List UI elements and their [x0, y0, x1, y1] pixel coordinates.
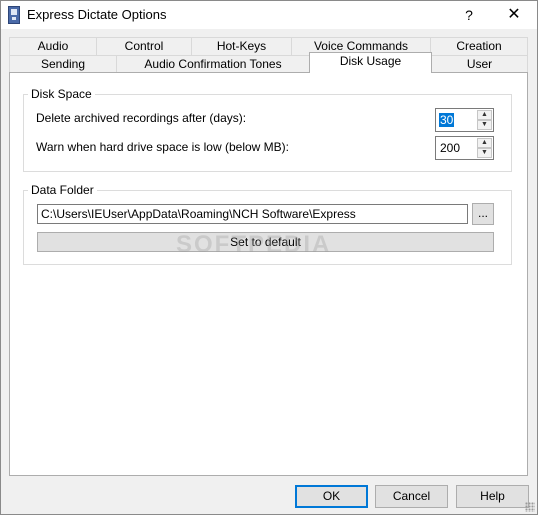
disk-space-group: [23, 94, 512, 172]
window-title: Express Dictate Options: [27, 7, 167, 22]
spin-down-icon[interactable]: ▼: [477, 148, 492, 158]
archive-days-spin-arrows: ▲ ▼: [477, 110, 492, 130]
spin-up-icon[interactable]: ▲: [477, 110, 492, 120]
archive-days-value[interactable]: 30: [439, 113, 455, 127]
app-icon: [8, 6, 20, 24]
data-folder-path-input[interactable]: C:\Users\IEUser\AppData\Roaming\NCH Soft…: [37, 204, 468, 224]
options-dialog: Express Dictate Options ? ✕ Audio Contro…: [0, 0, 538, 515]
close-button[interactable]: ✕: [491, 1, 537, 29]
data-folder-group-label: Data Folder: [28, 183, 97, 197]
warn-space-value[interactable]: 200: [440, 141, 460, 155]
tab-sending[interactable]: Sending: [9, 55, 117, 72]
ok-button[interactable]: OK: [295, 485, 368, 508]
archive-days-label: Delete archived recordings after (days):: [36, 111, 247, 125]
spin-up-icon[interactable]: ▲: [477, 138, 492, 148]
archive-days-spinner[interactable]: 30 ▲ ▼: [435, 108, 494, 132]
browse-button[interactable]: ...: [472, 203, 494, 225]
warn-space-label: Warn when hard drive space is low (below…: [36, 140, 289, 154]
warn-space-spinner[interactable]: 200 ▲ ▼: [435, 136, 494, 160]
tab-audio[interactable]: Audio: [9, 37, 97, 55]
disk-space-group-label: Disk Space: [28, 87, 95, 101]
tab-disk-usage[interactable]: Disk Usage: [309, 52, 432, 73]
warn-space-spin-arrows: ▲ ▼: [477, 138, 492, 158]
tab-hot-keys[interactable]: Hot-Keys: [191, 37, 292, 55]
data-folder-group: [23, 190, 512, 265]
resize-grip-icon[interactable]: [525, 502, 535, 512]
spin-down-icon[interactable]: ▼: [477, 120, 492, 130]
tab-creation[interactable]: Creation: [430, 37, 528, 55]
tab-control[interactable]: Control: [96, 37, 192, 55]
help-button[interactable]: Help: [456, 485, 529, 508]
cancel-button[interactable]: Cancel: [375, 485, 448, 508]
title-bar: Express Dictate Options ? ✕: [1, 1, 537, 29]
set-to-default-button[interactable]: Set to default: [37, 232, 494, 252]
tab-audio-confirmation-tones[interactable]: Audio Confirmation Tones: [116, 55, 310, 72]
help-title-button[interactable]: ?: [446, 1, 492, 29]
tab-user[interactable]: User: [431, 55, 528, 72]
